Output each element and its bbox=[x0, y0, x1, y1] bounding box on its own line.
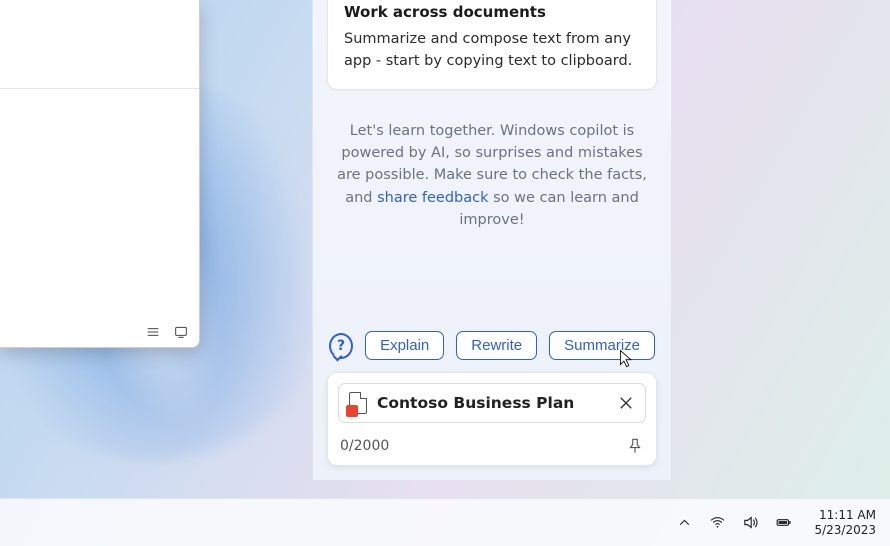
desktop: Work across documents Summarize and comp… bbox=[0, 0, 890, 546]
attachment-chip: Contoso Business Plan bbox=[338, 383, 646, 423]
disclaimer-text: Let's learn together. Windows copilot is… bbox=[333, 120, 651, 232]
compose-input-card: Contoso Business Plan 0/2000 bbox=[327, 372, 657, 466]
tip-card: Work across documents Summarize and comp… bbox=[327, 0, 657, 90]
tip-title: Work across documents bbox=[344, 3, 640, 21]
summarize-button[interactable]: Summarize bbox=[549, 331, 655, 360]
window-divider bbox=[0, 88, 199, 89]
help-icon[interactable]: ? bbox=[329, 333, 353, 359]
rewrite-button[interactable]: Rewrite bbox=[456, 331, 537, 360]
volume-icon[interactable] bbox=[742, 514, 759, 531]
share-feedback-link[interactable]: share feedback bbox=[377, 190, 488, 206]
pin-button[interactable] bbox=[626, 437, 644, 455]
taskbar-clock[interactable]: 11:11 AM 5/23/2023 bbox=[814, 508, 876, 538]
copilot-panel: Work across documents Summarize and comp… bbox=[312, 0, 672, 480]
system-tray: 11:11 AM 5/23/2023 bbox=[676, 508, 876, 538]
tip-body: Summarize and compose text from any app … bbox=[344, 29, 640, 73]
attachment-name: Contoso Business Plan bbox=[377, 394, 607, 412]
window-statusbar bbox=[0, 317, 199, 347]
wifi-icon[interactable] bbox=[709, 514, 726, 531]
remove-attachment-button[interactable] bbox=[617, 394, 635, 412]
document-icon bbox=[349, 392, 367, 414]
char-counter: 0/2000 bbox=[340, 438, 389, 454]
help-glyph: ? bbox=[337, 338, 345, 354]
compose-footer: 0/2000 bbox=[328, 423, 656, 465]
clock-time: 11:11 AM bbox=[814, 508, 876, 523]
taskbar: 11:11 AM 5/23/2023 bbox=[0, 498, 890, 546]
battery-icon[interactable] bbox=[775, 514, 792, 531]
focus-mode-icon[interactable] bbox=[173, 324, 189, 340]
background-app-window bbox=[0, 0, 200, 348]
suggested-actions-row: ? Explain Rewrite Summarize bbox=[329, 331, 655, 360]
explain-button[interactable]: Explain bbox=[365, 331, 444, 360]
list-icon[interactable] bbox=[145, 324, 161, 340]
tray-overflow-icon[interactable] bbox=[676, 514, 693, 531]
clock-date: 5/23/2023 bbox=[814, 523, 876, 538]
